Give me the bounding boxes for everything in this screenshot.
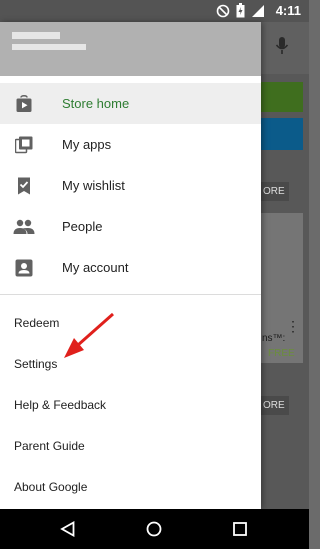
background-blue-banner: [261, 118, 303, 150]
account-box-icon: [13, 257, 35, 279]
background-search-bar: [261, 22, 309, 74]
nav-item-label: Store home: [62, 96, 130, 111]
nav-item-label: My account: [62, 260, 129, 275]
menu-item-settings[interactable]: Settings: [14, 354, 57, 374]
my-apps-icon: [13, 134, 35, 156]
nav-item-people[interactable]: People: [0, 206, 261, 247]
background-more-chip: ORE: [259, 182, 289, 201]
menu-item-about-google[interactable]: About Google: [14, 477, 87, 497]
background-free-label: FREE: [268, 348, 295, 359]
signal-icon: [252, 4, 264, 17]
account-email-blurred: [12, 44, 86, 50]
overflow-menu-icon: ⋮: [286, 318, 300, 334]
nav-item-label: People: [62, 219, 103, 234]
people-icon: [13, 216, 35, 238]
background-card-text: ns™:: [262, 333, 286, 344]
android-navigation-bar: [0, 509, 309, 549]
drawer-divider: [0, 294, 261, 295]
recent-apps-icon[interactable]: [230, 519, 250, 539]
navigation-drawer: Store home My apps My wishlist People My…: [0, 22, 261, 509]
mic-icon: [275, 37, 289, 54]
back-icon[interactable]: [58, 519, 78, 539]
background-green-banner: [261, 82, 303, 112]
menu-item-parent-guide[interactable]: Parent Guide: [14, 436, 85, 456]
battery-charging-icon: [236, 3, 245, 18]
status-bar: 4:11: [0, 0, 309, 22]
nav-item-label: My apps: [62, 137, 112, 152]
home-icon[interactable]: [144, 519, 164, 539]
menu-item-redeem[interactable]: Redeem: [14, 313, 59, 333]
account-name-blurred: [12, 32, 60, 39]
nav-item-my-wishlist[interactable]: My wishlist: [0, 165, 261, 206]
background-more-chip: ORE: [259, 396, 289, 415]
status-icons: [216, 3, 265, 18]
nav-item-store-home[interactable]: Store home: [0, 83, 261, 124]
drawer-account-header[interactable]: [0, 22, 261, 76]
menu-item-help-feedback[interactable]: Help & Feedback: [14, 395, 106, 415]
play-store-icon: [13, 93, 35, 115]
nav-item-my-account[interactable]: My account: [0, 247, 261, 288]
nav-item-my-apps[interactable]: My apps: [0, 124, 261, 165]
annotation-arrow-icon: [64, 312, 114, 358]
do-not-disturb-icon: [216, 4, 230, 17]
status-time: 4:11: [275, 3, 301, 18]
bookmark-check-icon: [13, 175, 35, 197]
nav-item-label: My wishlist: [62, 178, 125, 193]
